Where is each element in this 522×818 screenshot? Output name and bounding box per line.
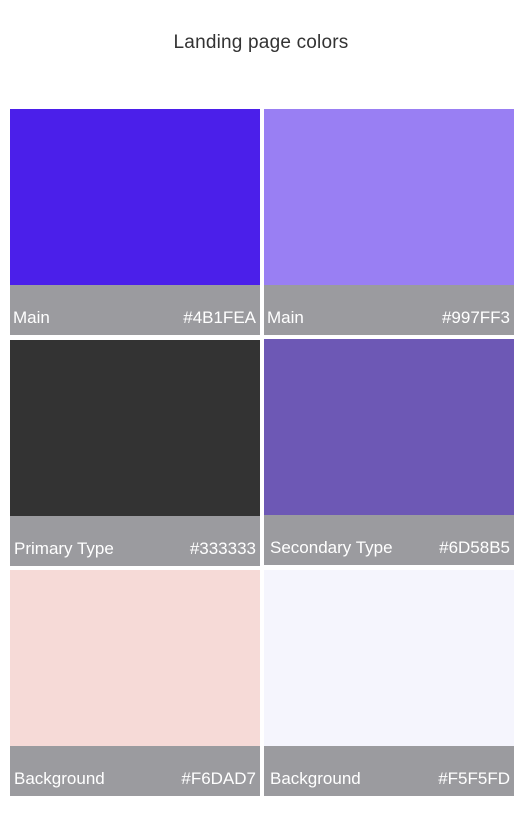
color-hex: #4B1FEA <box>183 308 256 327</box>
color-name: Background <box>14 769 105 788</box>
color-card-primary-type: Primary Type #333333 <box>10 340 260 566</box>
color-card-main-2: Main #997FF3 <box>264 109 514 335</box>
color-hex: #F6DAD7 <box>181 769 256 788</box>
color-hex: #333333 <box>189 539 256 558</box>
color-hex: #997FF3 <box>441 308 510 327</box>
page-title: Landing page colors <box>173 32 349 53</box>
color-label-bar: Background #F6DAD7 <box>10 746 260 796</box>
color-label-bar: Secondary Type #6D58B5 <box>264 515 514 565</box>
color-hex: #F5F5FD <box>438 769 510 788</box>
color-label-bar: Background #F5F5FD <box>264 746 514 796</box>
color-swatch <box>264 339 514 515</box>
color-label-bar: Main #4B1FEA <box>10 285 260 335</box>
color-card-background-1: Background #F6DAD7 <box>10 570 260 796</box>
color-card-background-2: Background #F5F5FD <box>264 570 514 796</box>
color-name: Main <box>13 308 50 327</box>
color-name: Secondary Type <box>270 538 393 557</box>
color-card-secondary-type: Secondary Type #6D58B5 <box>264 339 514 565</box>
color-name: Primary Type <box>14 539 114 558</box>
color-hex: #6D58B5 <box>439 538 510 557</box>
color-swatch <box>264 570 514 746</box>
color-swatch <box>10 570 260 746</box>
color-swatch <box>10 340 260 516</box>
color-swatch <box>10 109 260 285</box>
color-name: Main <box>267 308 304 327</box>
color-swatch <box>264 109 514 285</box>
color-name: Background <box>270 769 361 788</box>
color-label-bar: Main #997FF3 <box>264 285 514 335</box>
color-card-main-1: Main #4B1FEA <box>10 109 260 335</box>
color-label-bar: Primary Type #333333 <box>10 516 260 566</box>
